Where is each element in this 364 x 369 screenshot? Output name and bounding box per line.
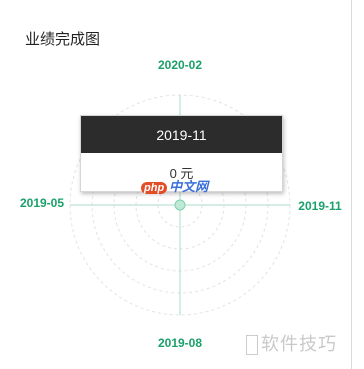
- tooltip-header: 2019-11: [81, 116, 282, 153]
- radar-series: [174, 199, 186, 211]
- watermark-cn: 中文网: [169, 179, 209, 194]
- axis-label-2019-11: 2019-11: [298, 199, 342, 213]
- watermark-logo-icon: [246, 335, 258, 356]
- axis-label-2020-02: 2020-02: [158, 58, 202, 72]
- axis-label-2019-08: 2019-08: [158, 336, 202, 350]
- radar-series-point: [174, 199, 186, 211]
- watermark-php: php: [141, 182, 168, 194]
- corner-watermark: 软件技巧: [246, 330, 337, 356]
- axis-label-2019-05: 2019-05: [20, 196, 64, 210]
- site-watermark: php 中文网: [141, 176, 208, 195]
- watermark-corner-text: 软件技巧: [261, 334, 337, 354]
